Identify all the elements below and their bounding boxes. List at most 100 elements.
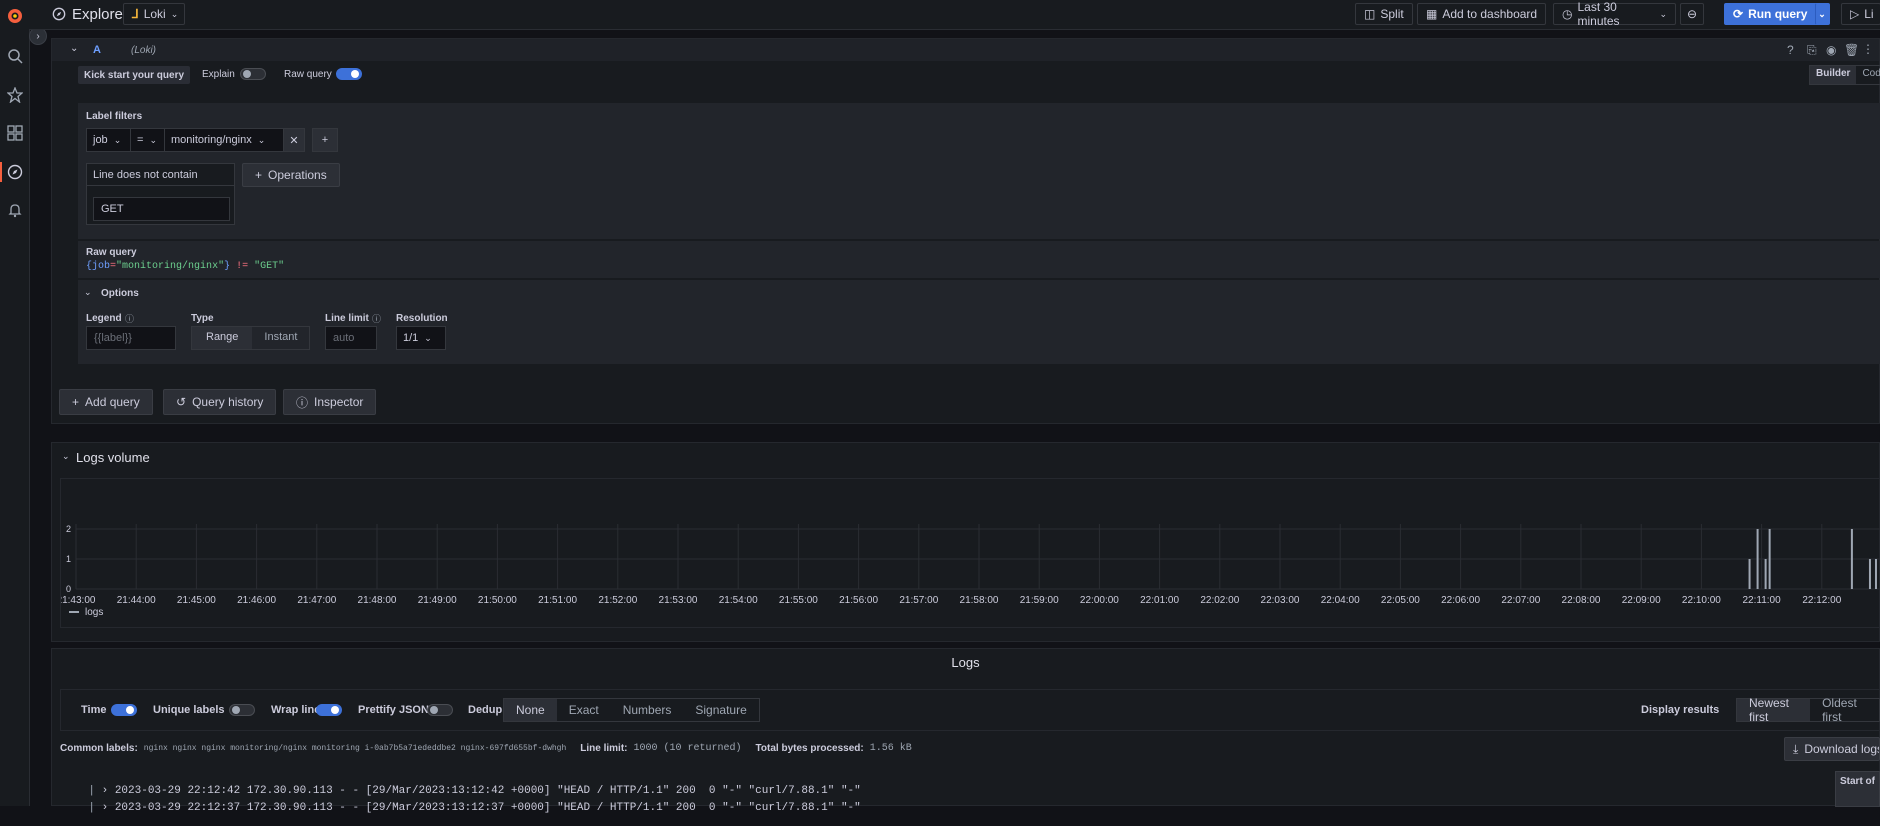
run-query-interval-dropdown[interactable]: ⌄: [1815, 3, 1829, 25]
explore-compass-icon[interactable]: [6, 163, 24, 181]
logs-meta-row: Common labels: nginx nginx nginx monitor…: [60, 743, 912, 754]
x-tick-label: 22:12:00: [1802, 595, 1841, 606]
line-limit-input[interactable]: auto: [325, 326, 377, 350]
label-value-select[interactable]: monitoring/nginx ⌄: [164, 128, 284, 152]
chevron-down-icon: ⌄: [113, 134, 122, 145]
datasource-picker[interactable]: ⅃ Loki ⌄: [123, 3, 185, 25]
drag-handle-icon[interactable]: ⋮: [1862, 42, 1874, 56]
search-icon[interactable]: [6, 47, 24, 65]
dedup-none[interactable]: None: [504, 699, 557, 721]
legend-input[interactable]: {{label}}: [86, 326, 176, 350]
start-of-range-button[interactable]: Start of: [1835, 771, 1880, 807]
time-range-picker[interactable]: ◷ Last 30 minutes ⌄: [1553, 0, 1676, 28]
add-to-dashboard-button[interactable]: ▦ Add to dashboard: [1417, 3, 1547, 25]
log-row[interactable]: | › 2023-03-29 22:12:37 172.30.90.113 - …: [62, 790, 860, 826]
time-toggle[interactable]: [111, 704, 137, 716]
volume-bar: [1764, 559, 1767, 589]
type-label: Type: [191, 313, 214, 324]
prettify-json-toggle[interactable]: [427, 704, 453, 716]
chevron-down-icon: ⌄: [149, 134, 157, 145]
zoom-out-button[interactable]: ⊖: [1680, 3, 1704, 25]
label-value-value: monitoring/nginx: [171, 134, 252, 146]
query-letter[interactable]: A: [93, 44, 101, 56]
add-query-button[interactable]: + Add query: [59, 389, 153, 415]
label-filters-title: Label filters: [86, 111, 143, 122]
info-icon: ⓘ: [372, 314, 382, 324]
x-tick-label: 21:58:00: [960, 595, 999, 606]
resolution-select[interactable]: 1/1 ⌄: [396, 326, 446, 350]
download-logs-label: Download logs: [1804, 742, 1880, 756]
query-editor-panel: ⌄ A (Loki) ? ⎘ ◉ 🗑 ⋮ Kick start your que…: [51, 38, 1880, 424]
start-of-range-label: Start of: [1840, 776, 1875, 787]
add-filter-button[interactable]: +: [312, 128, 338, 152]
inspector-label: Inspector: [314, 395, 364, 409]
kick-start-button[interactable]: Kick start your query: [78, 66, 191, 84]
x-tick-label: 21:59:00: [1020, 595, 1059, 606]
add-to-dashboard-label: Add to dashboard: [1442, 7, 1538, 21]
label-operator-select[interactable]: = ⌄: [130, 128, 165, 152]
remove-filter-button[interactable]: ✕: [283, 128, 305, 152]
raw-query-toggle[interactable]: [336, 68, 362, 80]
common-labels-title: Common labels:: [60, 743, 138, 754]
star-icon[interactable]: [6, 86, 24, 104]
line-limit-label: Line limit: [325, 313, 369, 324]
play-icon: ▷: [1850, 7, 1860, 21]
oldest-first-option[interactable]: Oldest first: [1810, 696, 1879, 724]
raw-query-title: Raw query: [86, 247, 137, 258]
zoom-out-icon: ⊖: [1686, 7, 1698, 21]
refresh-icon: ⟳: [1733, 7, 1744, 21]
newest-first-option[interactable]: Newest first: [1737, 696, 1811, 724]
raw-query-label-key: job: [92, 261, 111, 272]
raw-query-text: {job="monitoring/nginx"} != "GET": [86, 261, 284, 272]
split-icon: ◫: [1364, 7, 1376, 21]
explore-header-icon: [52, 7, 66, 24]
x-tick-label: 21:51:00: [538, 595, 577, 606]
volume-chevron-icon[interactable]: ⌄: [62, 451, 70, 462]
download-logs-button[interactable]: ⤓ Download logs: [1784, 737, 1880, 761]
datasource-name: Loki: [143, 7, 166, 21]
trash-icon[interactable]: 🗑: [1844, 43, 1859, 57]
options-chevron-icon[interactable]: ⌄: [84, 287, 92, 298]
split-button[interactable]: ◫ Split: [1355, 3, 1413, 25]
builder-mode-tab[interactable]: Builder: [1810, 66, 1857, 84]
operations-button[interactable]: + Operations: [242, 163, 340, 187]
unique-labels-label: Unique labels: [153, 704, 225, 716]
eye-icon[interactable]: ◉: [1826, 43, 1836, 57]
unique-labels-toggle[interactable]: [229, 704, 255, 716]
collapse-chevron-icon[interactable]: ⌄: [70, 43, 78, 54]
options-section: ⌄ Options Legend ⓘ {{label}} Type Range …: [78, 280, 1880, 364]
type-range-option[interactable]: Range: [192, 327, 253, 349]
bell-icon[interactable]: [6, 201, 24, 219]
explain-toggle[interactable]: [240, 68, 266, 80]
type-instant-option[interactable]: Instant: [252, 327, 309, 349]
dedup-signature[interactable]: Signature: [683, 699, 758, 721]
options-title[interactable]: Options: [101, 288, 139, 299]
apps-icon: ▦: [1426, 7, 1438, 21]
expand-log-chevron-icon[interactable]: ›: [95, 802, 115, 814]
query-history-button[interactable]: ↺ Query history: [163, 389, 277, 415]
wrap-lines-toggle[interactable]: [316, 704, 342, 716]
operation-value-input[interactable]: GET: [93, 197, 230, 221]
inspector-button[interactable]: ⓘ Inspector: [283, 389, 377, 415]
logs-volume-chart: 0 1 2 21:43:00 21:44:00 21:45:00 21:46:00 21:47…: [57, 524, 1880, 618]
label-key-value: job: [93, 134, 108, 146]
dedup-numbers[interactable]: Numbers: [611, 699, 684, 721]
x-tick-label: 22:01:00: [1140, 595, 1179, 606]
live-button[interactable]: ▷ Li: [1841, 3, 1880, 25]
grafana-logo-icon[interactable]: [6, 7, 24, 25]
raw-query-neq: !=: [230, 261, 255, 272]
dashboards-icon[interactable]: [6, 124, 24, 142]
help-icon[interactable]: ?: [1787, 43, 1794, 57]
volume-chart-frame: 0 1 2 21:43:00 21:44:00 21:45:00 21:46:00 21:47…: [57, 478, 1880, 628]
logs-volume-title[interactable]: Logs volume: [76, 450, 150, 465]
copy-icon[interactable]: ⎘: [1807, 43, 1817, 58]
x-tick-label: 22:02:00: [1200, 595, 1239, 606]
x-tick-label: 22:07:00: [1501, 595, 1540, 606]
legend-label: Legend: [86, 313, 122, 324]
y-tick-label: 2: [66, 524, 71, 534]
label-key-select[interactable]: job ⌄: [86, 128, 131, 152]
code-mode-tab[interactable]: Code: [1856, 66, 1880, 84]
chevron-down-icon: ⌄: [1659, 8, 1667, 19]
display-results-label: Display results: [1641, 704, 1720, 716]
dedup-exact[interactable]: Exact: [557, 699, 611, 721]
